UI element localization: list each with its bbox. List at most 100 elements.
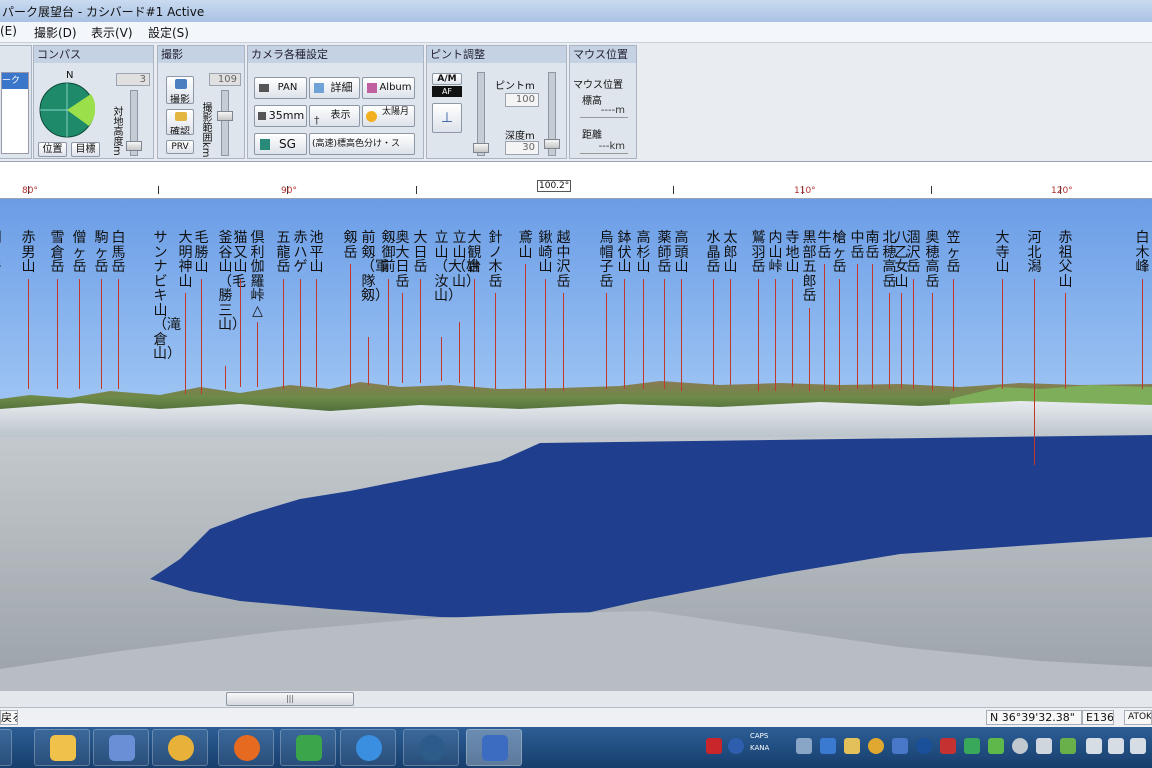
shoot-button-label: 撮影 xyxy=(170,95,190,104)
tray-download-icon[interactable] xyxy=(916,738,932,754)
tray-sync-icon[interactable] xyxy=(964,738,980,754)
tray-help-icon[interactable] xyxy=(728,738,744,754)
horizontal-scrollbar[interactable]: ||| xyxy=(0,690,1152,707)
sun-moon-button[interactable]: 太陽月 xyxy=(362,105,415,127)
status-longitude: E136 xyxy=(1082,710,1114,725)
panorama-view[interactable]: 明日岳 赤男山雪倉岳僧ヶ岳駒ヶ岳白馬岳 サンナビキ山（滝倉山）大明神山毛勝山釜谷山（… xyxy=(0,199,1152,690)
tray-pdf-icon[interactable] xyxy=(940,738,956,754)
taskbar-explorer[interactable] xyxy=(34,729,90,766)
menu-view[interactable]: 表示(V) xyxy=(91,24,133,41)
show-button-label: 表示 xyxy=(330,110,351,121)
35mm-button[interactable]: 35mm xyxy=(254,105,307,127)
focus-target-icon: ⊥ xyxy=(440,110,454,126)
peak-leader-line xyxy=(225,365,226,389)
altitude-slider-thumb[interactable] xyxy=(126,141,142,151)
tray-network-icon[interactable] xyxy=(796,738,812,754)
target-button[interactable]: 目標 xyxy=(71,142,100,157)
peak-leader-line xyxy=(495,293,496,389)
sg-button[interactable]: SG xyxy=(254,133,307,155)
pinto-value[interactable]: 100 xyxy=(505,93,539,107)
altitude-value[interactable]: 3 xyxy=(116,73,150,86)
tray-security-icon[interactable] xyxy=(1060,738,1076,754)
taskbar-app-globe[interactable] xyxy=(403,729,459,766)
peak-leader-line xyxy=(563,293,564,391)
range-slider[interactable] xyxy=(217,90,233,156)
peak-label: 大明神山 xyxy=(178,230,193,290)
confirm-button[interactable]: 確認 xyxy=(166,109,194,135)
status-back[interactable]: 戻る xyxy=(0,710,18,725)
peak-leader-line xyxy=(1065,293,1066,389)
peak-leader-line xyxy=(441,336,442,381)
depth-slider-thumb[interactable] xyxy=(544,139,560,149)
depth-label: 深度m xyxy=(505,131,535,142)
ruler-label-120: 120° xyxy=(1051,186,1073,196)
toolbar: ーク展 コンパス N 3 対地高度m 位置 目標 撮影 撮影 確認 PRV 10… xyxy=(0,43,1152,161)
range-value[interactable]: 109 xyxy=(209,73,241,86)
peak-label: 釜谷山（毛勝三山） xyxy=(218,230,246,333)
ruler-tick xyxy=(158,186,159,194)
pinto-slider-thumb[interactable] xyxy=(473,143,489,153)
tray-tool-icon[interactable] xyxy=(820,738,836,754)
compass-dial-icon[interactable] xyxy=(39,82,95,138)
peak-label: 立山（雄山） xyxy=(452,230,480,290)
globe-icon xyxy=(419,735,445,761)
altitude-slider[interactable] xyxy=(126,90,142,156)
tray-adobe-icon[interactable] xyxy=(706,738,722,754)
peak-label: 白馬岳 xyxy=(111,230,126,275)
album-button[interactable]: Album xyxy=(362,77,415,99)
peak-leader-line xyxy=(809,307,810,391)
scrollbar-thumb[interactable]: ||| xyxy=(226,692,354,706)
detail-button[interactable]: 詳細 xyxy=(309,77,360,99)
tray-flag-icon[interactable] xyxy=(1036,738,1052,754)
mouse-panel: マウス位置 マウス位置 標高 ----m 距離 ---km xyxy=(569,45,637,159)
list-item-selected[interactable]: ーク展 xyxy=(2,73,28,102)
menu-edit[interactable]: (E) xyxy=(0,24,17,38)
peak-leader-line xyxy=(758,278,759,391)
focus-tool-button[interactable]: ⊥ xyxy=(432,103,462,133)
am-button[interactable]: A/M xyxy=(432,73,462,85)
taskbar-app-mail[interactable] xyxy=(152,729,208,766)
range-slider-thumb[interactable] xyxy=(217,111,233,121)
tray-power-icon[interactable] xyxy=(1108,738,1124,754)
ruler-label-90: 90° xyxy=(281,186,297,196)
peak-leader-line xyxy=(545,278,546,391)
peak-leader-line xyxy=(316,278,317,387)
peak-label: 大日岳 xyxy=(413,230,428,275)
prv-button[interactable]: PRV xyxy=(166,140,194,154)
tray-kana: KANA xyxy=(750,744,770,752)
position-button[interactable]: 位置 xyxy=(38,142,67,157)
tray-disc-icon[interactable] xyxy=(1012,738,1028,754)
tray-monitor-icon[interactable] xyxy=(1130,738,1146,754)
tray-volume-icon[interactable] xyxy=(1086,738,1102,754)
taskbar: CAPS KANA xyxy=(0,727,1152,768)
taskbar-kashmir3d[interactable] xyxy=(466,729,522,766)
depth-value[interactable]: 30 xyxy=(505,141,539,155)
range-label: 撮影範囲km xyxy=(200,102,211,158)
taskbar-app-scanner[interactable] xyxy=(93,729,149,766)
list-box[interactable]: ーク展 xyxy=(1,72,29,154)
peak-leader-line xyxy=(368,336,369,385)
tray-clock-app-icon[interactable] xyxy=(868,738,884,754)
color-elevation-button[interactable]: (高速)標高色分け・ス xyxy=(309,133,415,155)
menu-settings[interactable]: 設定(S) xyxy=(148,24,189,41)
peak-label: 水晶岳 xyxy=(706,230,721,275)
depth-slider[interactable] xyxy=(544,72,560,156)
sun-icon xyxy=(366,111,377,122)
pan-button[interactable]: PAN xyxy=(254,77,307,99)
taskbar-firefox[interactable] xyxy=(218,729,274,766)
shoot-button[interactable]: 撮影 xyxy=(166,76,194,104)
peak-label: 南岳 xyxy=(865,230,880,261)
tray-mail-icon[interactable] xyxy=(844,738,860,754)
tray-window-icon[interactable] xyxy=(892,738,908,754)
show-button[interactable]: † 表示 xyxy=(309,105,360,127)
camera-panel: カメラ各種設定 PAN 詳細 Album 35mm † 表示 太陽月 SG (高… xyxy=(247,45,424,159)
confirm-button-label: 確認 xyxy=(170,127,190,135)
peak-leader-line xyxy=(79,278,80,389)
start-button[interactable] xyxy=(0,729,12,766)
tray-people-icon[interactable] xyxy=(988,738,1004,754)
taskbar-app-g[interactable] xyxy=(280,729,336,766)
peak-label: 河北潟 xyxy=(1027,230,1042,275)
pinto-slider[interactable] xyxy=(473,72,489,156)
taskbar-ie[interactable] xyxy=(340,729,396,766)
menu-shoot[interactable]: 撮影(D) xyxy=(34,24,77,41)
